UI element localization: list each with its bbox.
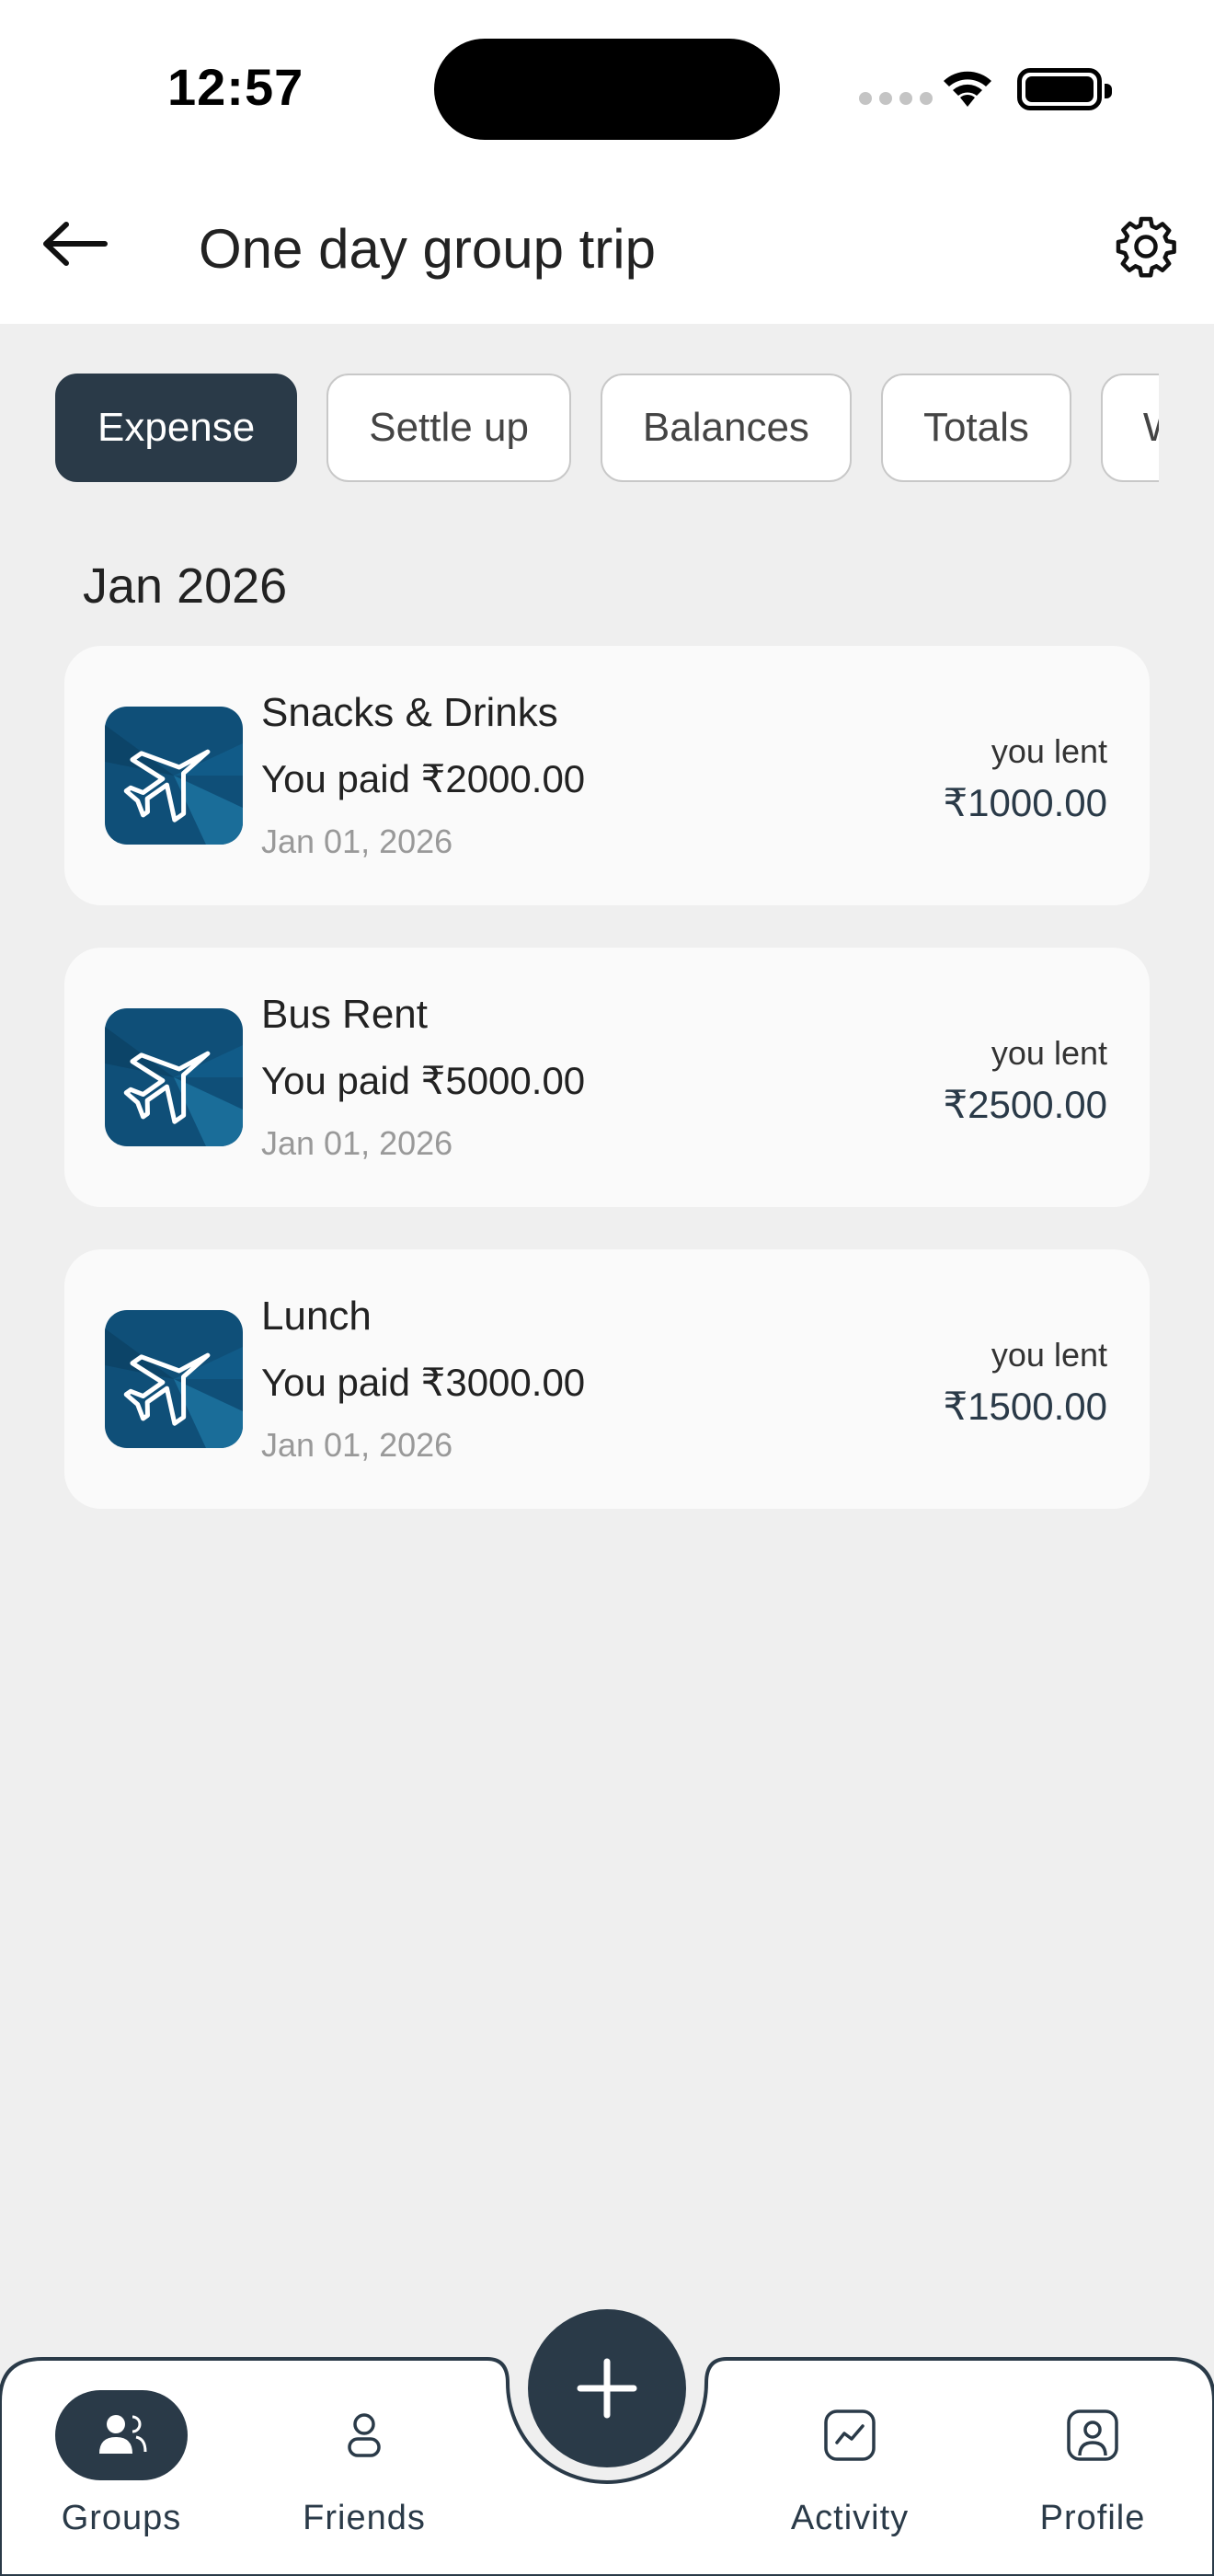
nav-label: Groups	[61, 2499, 182, 2537]
expense-card[interactable]: Lunch You paid ₹3000.00 Jan 01, 2026 you…	[64, 1249, 1150, 1509]
nav-profile[interactable]: Profile	[991, 2390, 1194, 2538]
expense-paid: You paid ₹5000.00	[261, 1059, 586, 1102]
lent-amount: ₹1000.00	[943, 781, 1107, 824]
profile-icon	[1026, 2390, 1159, 2480]
dynamic-island	[434, 39, 780, 140]
airplane-icon	[105, 1008, 243, 1146]
page-title: One day group trip	[199, 218, 656, 280]
tab-totals[interactable]: Totals	[880, 374, 1071, 482]
lent-amount: ₹1500.00	[943, 1385, 1107, 1428]
tab-bar: Expense Settle up Balances Totals W	[55, 374, 1159, 484]
airplane-icon	[105, 707, 243, 845]
lent-label: you lent	[991, 732, 1107, 770]
expense-list: Snacks & Drinks You paid ₹2000.00 Jan 01…	[64, 646, 1150, 1551]
wifi-icon	[944, 71, 991, 107]
arrow-left-icon	[43, 222, 108, 266]
lent-amount: ₹2500.00	[943, 1083, 1107, 1126]
tab-partial[interactable]: W	[1100, 374, 1159, 482]
app-header-area: 12:57 One day group trip	[0, 0, 1214, 324]
settings-button[interactable]	[1113, 213, 1179, 280]
expense-title: Snacks & Drinks	[261, 690, 558, 735]
month-header: Jan 2026	[83, 558, 288, 614]
tab-balances[interactable]: Balances	[600, 374, 852, 482]
status-time: 12:57	[167, 58, 304, 116]
activity-icon	[784, 2390, 916, 2480]
expense-date: Jan 01, 2026	[261, 822, 453, 860]
airplane-icon	[105, 1310, 243, 1448]
cellular-signal-icon	[859, 92, 933, 105]
add-expense-button[interactable]	[528, 2309, 686, 2467]
tab-expense[interactable]: Expense	[55, 374, 298, 482]
expense-paid: You paid ₹3000.00	[261, 1361, 586, 1404]
back-button[interactable]	[40, 212, 114, 276]
tab-settle-up[interactable]: Settle up	[326, 374, 571, 482]
battery-icon	[1017, 68, 1112, 110]
nav-label: Profile	[1039, 2499, 1146, 2537]
gear-icon	[1116, 216, 1176, 278]
nav-friends[interactable]: Friends	[263, 2390, 465, 2538]
nav-label: Activity	[790, 2499, 910, 2537]
nav-activity[interactable]: Activity	[749, 2390, 951, 2538]
expense-card[interactable]: Bus Rent You paid ₹5000.00 Jan 01, 2026 …	[64, 948, 1150, 1207]
expense-card[interactable]: Snacks & Drinks You paid ₹2000.00 Jan 01…	[64, 646, 1150, 905]
expense-date: Jan 01, 2026	[261, 1426, 453, 1464]
nav-groups[interactable]: Groups	[20, 2390, 223, 2538]
plus-icon	[577, 2358, 637, 2419]
lent-label: you lent	[991, 1034, 1107, 1072]
expense-title: Bus Rent	[261, 992, 428, 1037]
person-icon	[298, 2390, 430, 2480]
nav-label: Friends	[303, 2499, 426, 2537]
expense-paid: You paid ₹2000.00	[261, 757, 586, 800]
expense-title: Lunch	[261, 1294, 372, 1339]
lent-label: you lent	[991, 1336, 1107, 1374]
expense-date: Jan 01, 2026	[261, 1124, 453, 1162]
groups-icon	[55, 2390, 188, 2480]
